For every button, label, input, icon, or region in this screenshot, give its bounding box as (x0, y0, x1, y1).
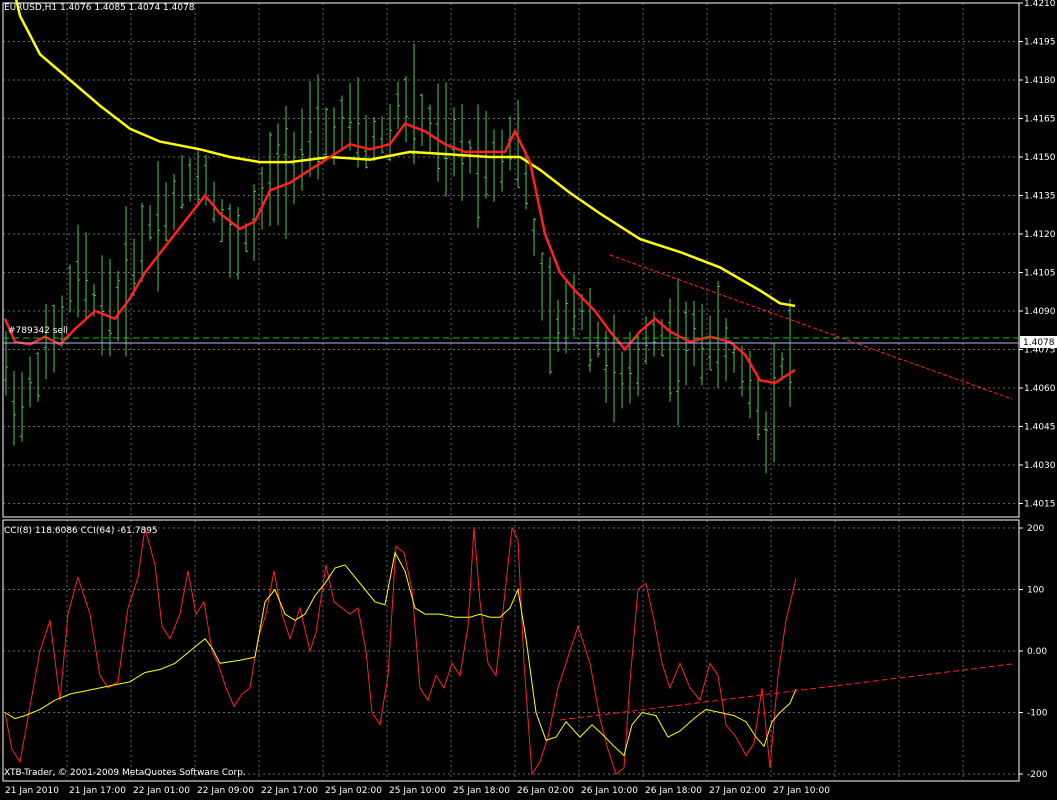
time-axis-label: 21 Jan 2010 (5, 786, 59, 796)
time-axis-label: 22 Jan 09:00 (197, 786, 254, 796)
time-axis-label: 25 Jan 18:00 (453, 786, 510, 796)
current-price-value: 1.4078 (1023, 338, 1055, 348)
price-tick-label: 1.4060 (1024, 384, 1056, 394)
cci-slow-line (4, 551, 797, 757)
time-axis-label: 25 Jan 10:00 (389, 786, 446, 796)
chart-canvas[interactable]: 1.4210 1.4195 1.4180 1.4165 1.4150 1.4135 1.41… (0, 0, 1057, 797)
order-label: #789342 sell (8, 326, 68, 336)
trendline-indicator[interactable] (559, 663, 1013, 721)
slow-moving-average-line (15, 0, 796, 308)
symbol-label: EURUSD,H1 1.4076 1.4085 1.4074 1.4078 (4, 3, 195, 13)
price-tick-label: 1.4165 (1024, 115, 1056, 125)
copyright-label: XTB-Trader, © 2001-2009 MetaQuotes Softw… (4, 768, 246, 778)
fast-moving-average-line (3, 122, 796, 385)
price-tick-label: 1.4120 (1024, 230, 1056, 240)
price-tick-label: 1.4210 (1024, 0, 1056, 9)
price-tick-label: 1.4030 (1024, 461, 1056, 471)
price-tick-label: 1.4180 (1024, 76, 1056, 86)
price-tick-label: 1.4150 (1024, 153, 1056, 163)
time-axis-label: 26 Jan 10:00 (581, 786, 638, 796)
price-tick-label: 1.4195 (1024, 38, 1056, 48)
price-tick-label: 1.4090 (1024, 307, 1056, 317)
indicator-label: CCI(8) 118.6086 CCI(64) -61.7895 (4, 526, 158, 536)
price-tick-label: 1.4015 (1024, 500, 1056, 510)
cci-tick-label: 200 (1027, 524, 1044, 534)
cci-tick-label: -200 (1027, 770, 1048, 780)
price-tick-label: 1.4135 (1024, 192, 1056, 202)
price-tick-label: 1.4045 (1024, 423, 1056, 433)
time-axis-label: 26 Jan 02:00 (517, 786, 574, 796)
time-axis-label: 25 Jan 02:00 (325, 786, 382, 796)
time-axis-label: 22 Jan 01:00 (133, 786, 190, 796)
price-tick-label: 1.4105 (1024, 269, 1056, 279)
cci-tick-label: -100 (1027, 709, 1048, 719)
time-axis-label: 22 Jan 17:00 (261, 786, 318, 796)
time-axis-label: 21 Jan 17:00 (69, 786, 126, 796)
time-axis-label: 26 Jan 18:00 (645, 786, 702, 796)
cci-tick-label: 100 (1027, 586, 1044, 596)
chart-window[interactable]: 1.4210 1.4195 1.4180 1.4165 1.4150 1.4135 1.41… (0, 0, 1057, 797)
time-axis-label: 27 Jan 02:00 (709, 786, 766, 796)
time-axis-label: 27 Jan 10:00 (773, 786, 830, 796)
indicator-panel-frame (2, 519, 1020, 782)
cci-tick-label: 0.00 (1027, 647, 1047, 657)
